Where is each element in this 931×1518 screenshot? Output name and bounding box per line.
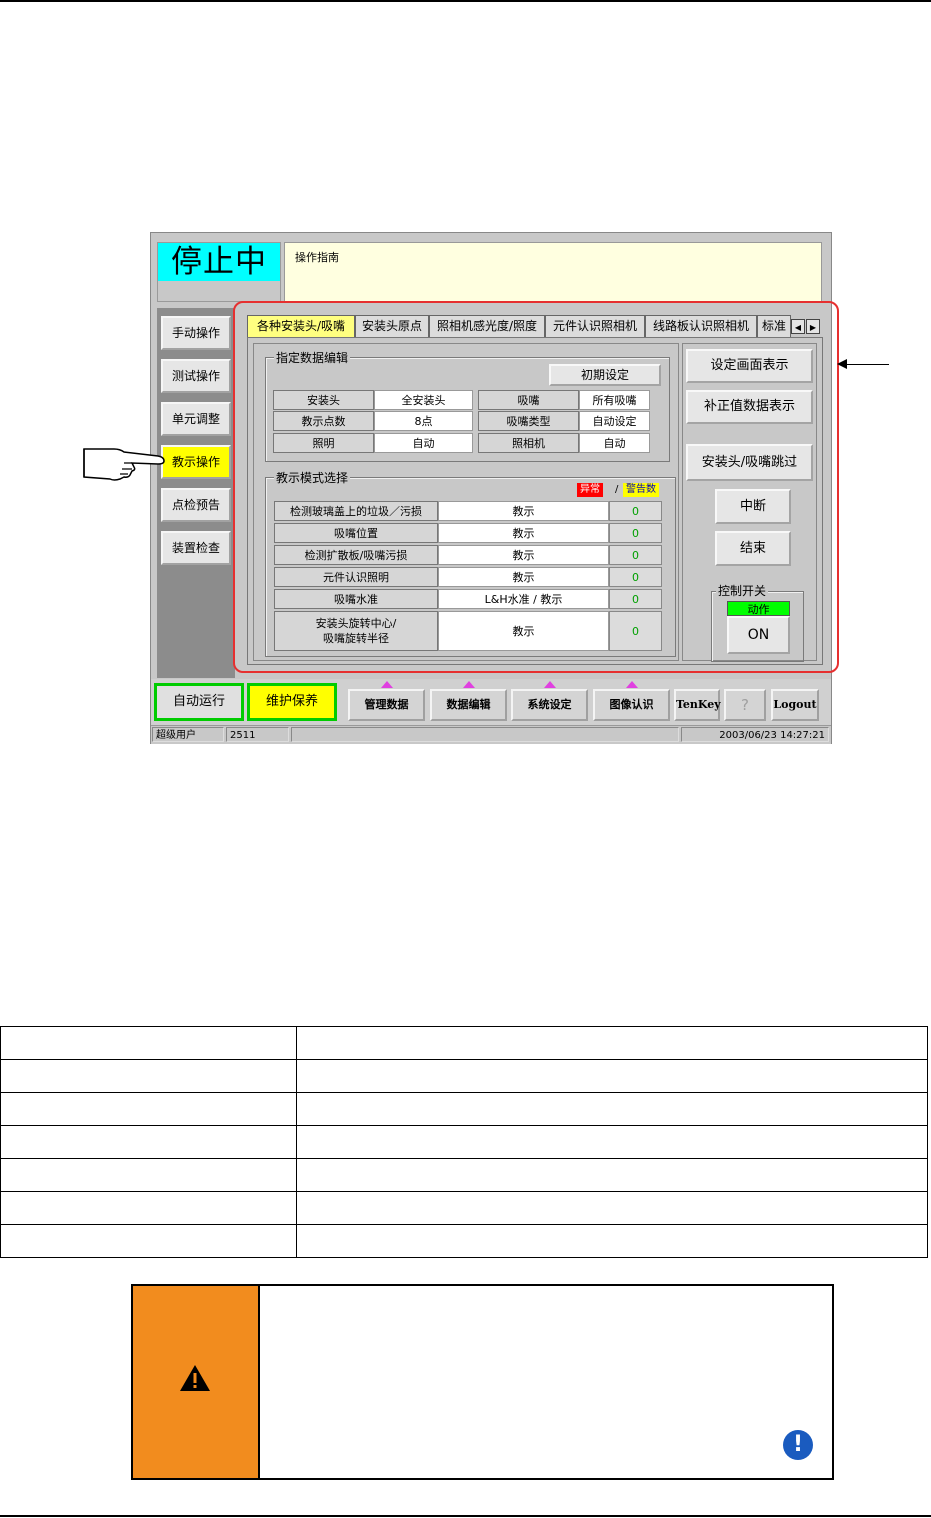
manage-data-button[interactable]: 管理数据 bbox=[348, 689, 425, 721]
menu-indicator-icon bbox=[381, 681, 393, 688]
status-bar: 超级用户 2511 2003/06/23 14:27:21 bbox=[151, 725, 831, 744]
warning-box bbox=[131, 1284, 834, 1480]
sidebar: 手动操作 测试操作 单元调整 教示操作 点检预告 装置检查 bbox=[157, 308, 235, 678]
table-row bbox=[0, 1158, 928, 1192]
status-code: 2511 bbox=[226, 727, 289, 742]
machine-status: 停止中 bbox=[158, 243, 280, 281]
menu-indicator-icon bbox=[626, 681, 638, 688]
table-row bbox=[0, 1224, 928, 1258]
sidebar-item-unit-adjust[interactable]: 单元调整 bbox=[161, 402, 231, 436]
bottom-rule bbox=[0, 1515, 931, 1517]
sidebar-item-device-check[interactable]: 装置检查 bbox=[161, 531, 231, 565]
status-message bbox=[291, 727, 679, 742]
menu-indicator-icon bbox=[463, 681, 475, 688]
machine-screen: 停止中 操作指南 手动操作 测试操作 单元调整 教示操作 点检预告 装置检查 各… bbox=[150, 232, 839, 744]
table-row bbox=[0, 1125, 928, 1159]
callout-arrow-icon bbox=[837, 359, 847, 369]
table-row bbox=[0, 1191, 928, 1225]
status-user: 超级用户 bbox=[152, 727, 224, 742]
tenkey-button[interactable]: TenKey bbox=[674, 689, 721, 721]
exclamation-circle-icon: ! bbox=[783, 1430, 813, 1460]
system-setting-button[interactable]: 系统设定 bbox=[511, 689, 588, 721]
machine-status-box: 停止中 bbox=[157, 242, 281, 302]
pointing-hand-icon bbox=[83, 448, 165, 481]
data-edit-button[interactable]: 数据编辑 bbox=[430, 689, 507, 721]
table-row bbox=[0, 1026, 928, 1060]
sidebar-item-inspection-notice[interactable]: 点检预告 bbox=[161, 488, 231, 522]
sidebar-item-manual[interactable]: 手动操作 bbox=[161, 316, 231, 350]
bottom-toolbar: 自动运行 维护保养 管理数据 数据编辑 系统设定 图像认识 TenKey ? L… bbox=[151, 679, 831, 725]
sidebar-item-test[interactable]: 测试操作 bbox=[161, 359, 231, 393]
top-rule bbox=[0, 0, 931, 2]
logout-button[interactable]: Logout bbox=[771, 689, 819, 721]
help-button[interactable]: ? bbox=[724, 689, 766, 721]
operation-guide: 操作指南 bbox=[284, 242, 822, 302]
table-row bbox=[0, 1059, 928, 1093]
warning-banner bbox=[133, 1286, 260, 1478]
sidebar-item-teach[interactable]: 教示操作 bbox=[161, 445, 231, 479]
callout-arrow-line bbox=[841, 364, 889, 365]
table-row bbox=[0, 1092, 928, 1126]
image-recognition-button[interactable]: 图像认识 bbox=[593, 689, 670, 721]
status-datetime: 2003/06/23 14:27:21 bbox=[681, 727, 829, 742]
auto-run-button[interactable]: 自动运行 bbox=[154, 683, 244, 721]
warning-triangle-icon bbox=[180, 1365, 210, 1391]
description-table bbox=[0, 1026, 928, 1258]
highlight-frame bbox=[233, 301, 839, 673]
menu-indicator-icon bbox=[544, 681, 556, 688]
maintenance-button[interactable]: 维护保养 bbox=[247, 683, 337, 721]
operation-guide-label: 操作指南 bbox=[295, 251, 339, 264]
